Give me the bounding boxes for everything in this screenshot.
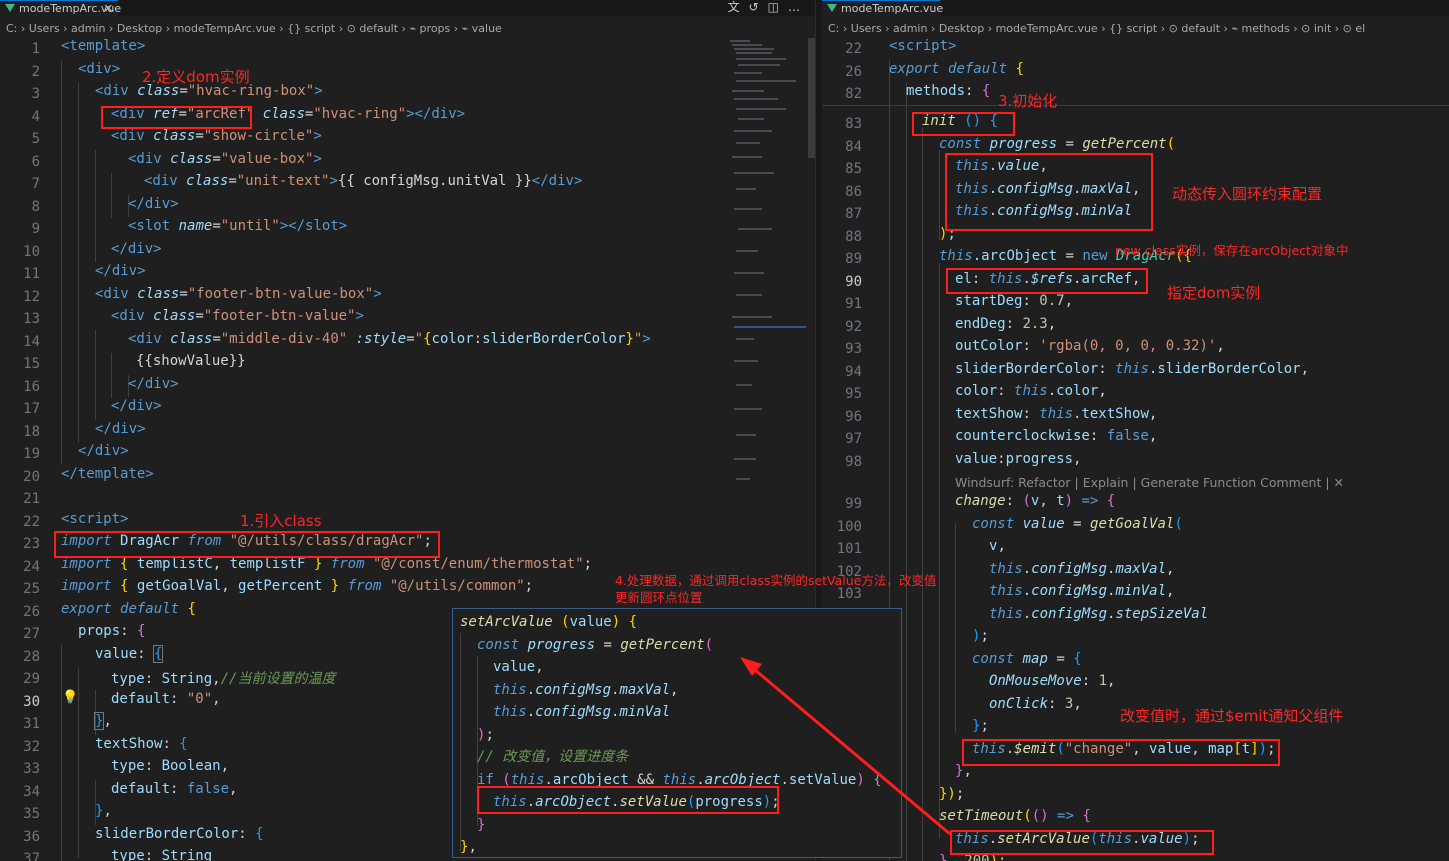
annotation-init: 3.初始化 xyxy=(998,92,1058,110)
annotation-define-dom: 2.定义dom实例 xyxy=(142,68,250,86)
annotation-specify-dom: 指定dom实例 xyxy=(1167,284,1261,302)
annotation-config: 动态传入圆环约束配置 xyxy=(1172,185,1323,203)
annotation-process-data-2: 更新圆环点位置 xyxy=(615,590,703,605)
annotation-arrow xyxy=(740,657,951,836)
annotation-new-class: new class实例，保存在arcObject对象中 xyxy=(1115,243,1349,258)
annotation-emit: 改变值时，通过$emit通知父组件 xyxy=(1120,707,1344,725)
annotation-import-class: 1.引入class xyxy=(240,512,322,530)
